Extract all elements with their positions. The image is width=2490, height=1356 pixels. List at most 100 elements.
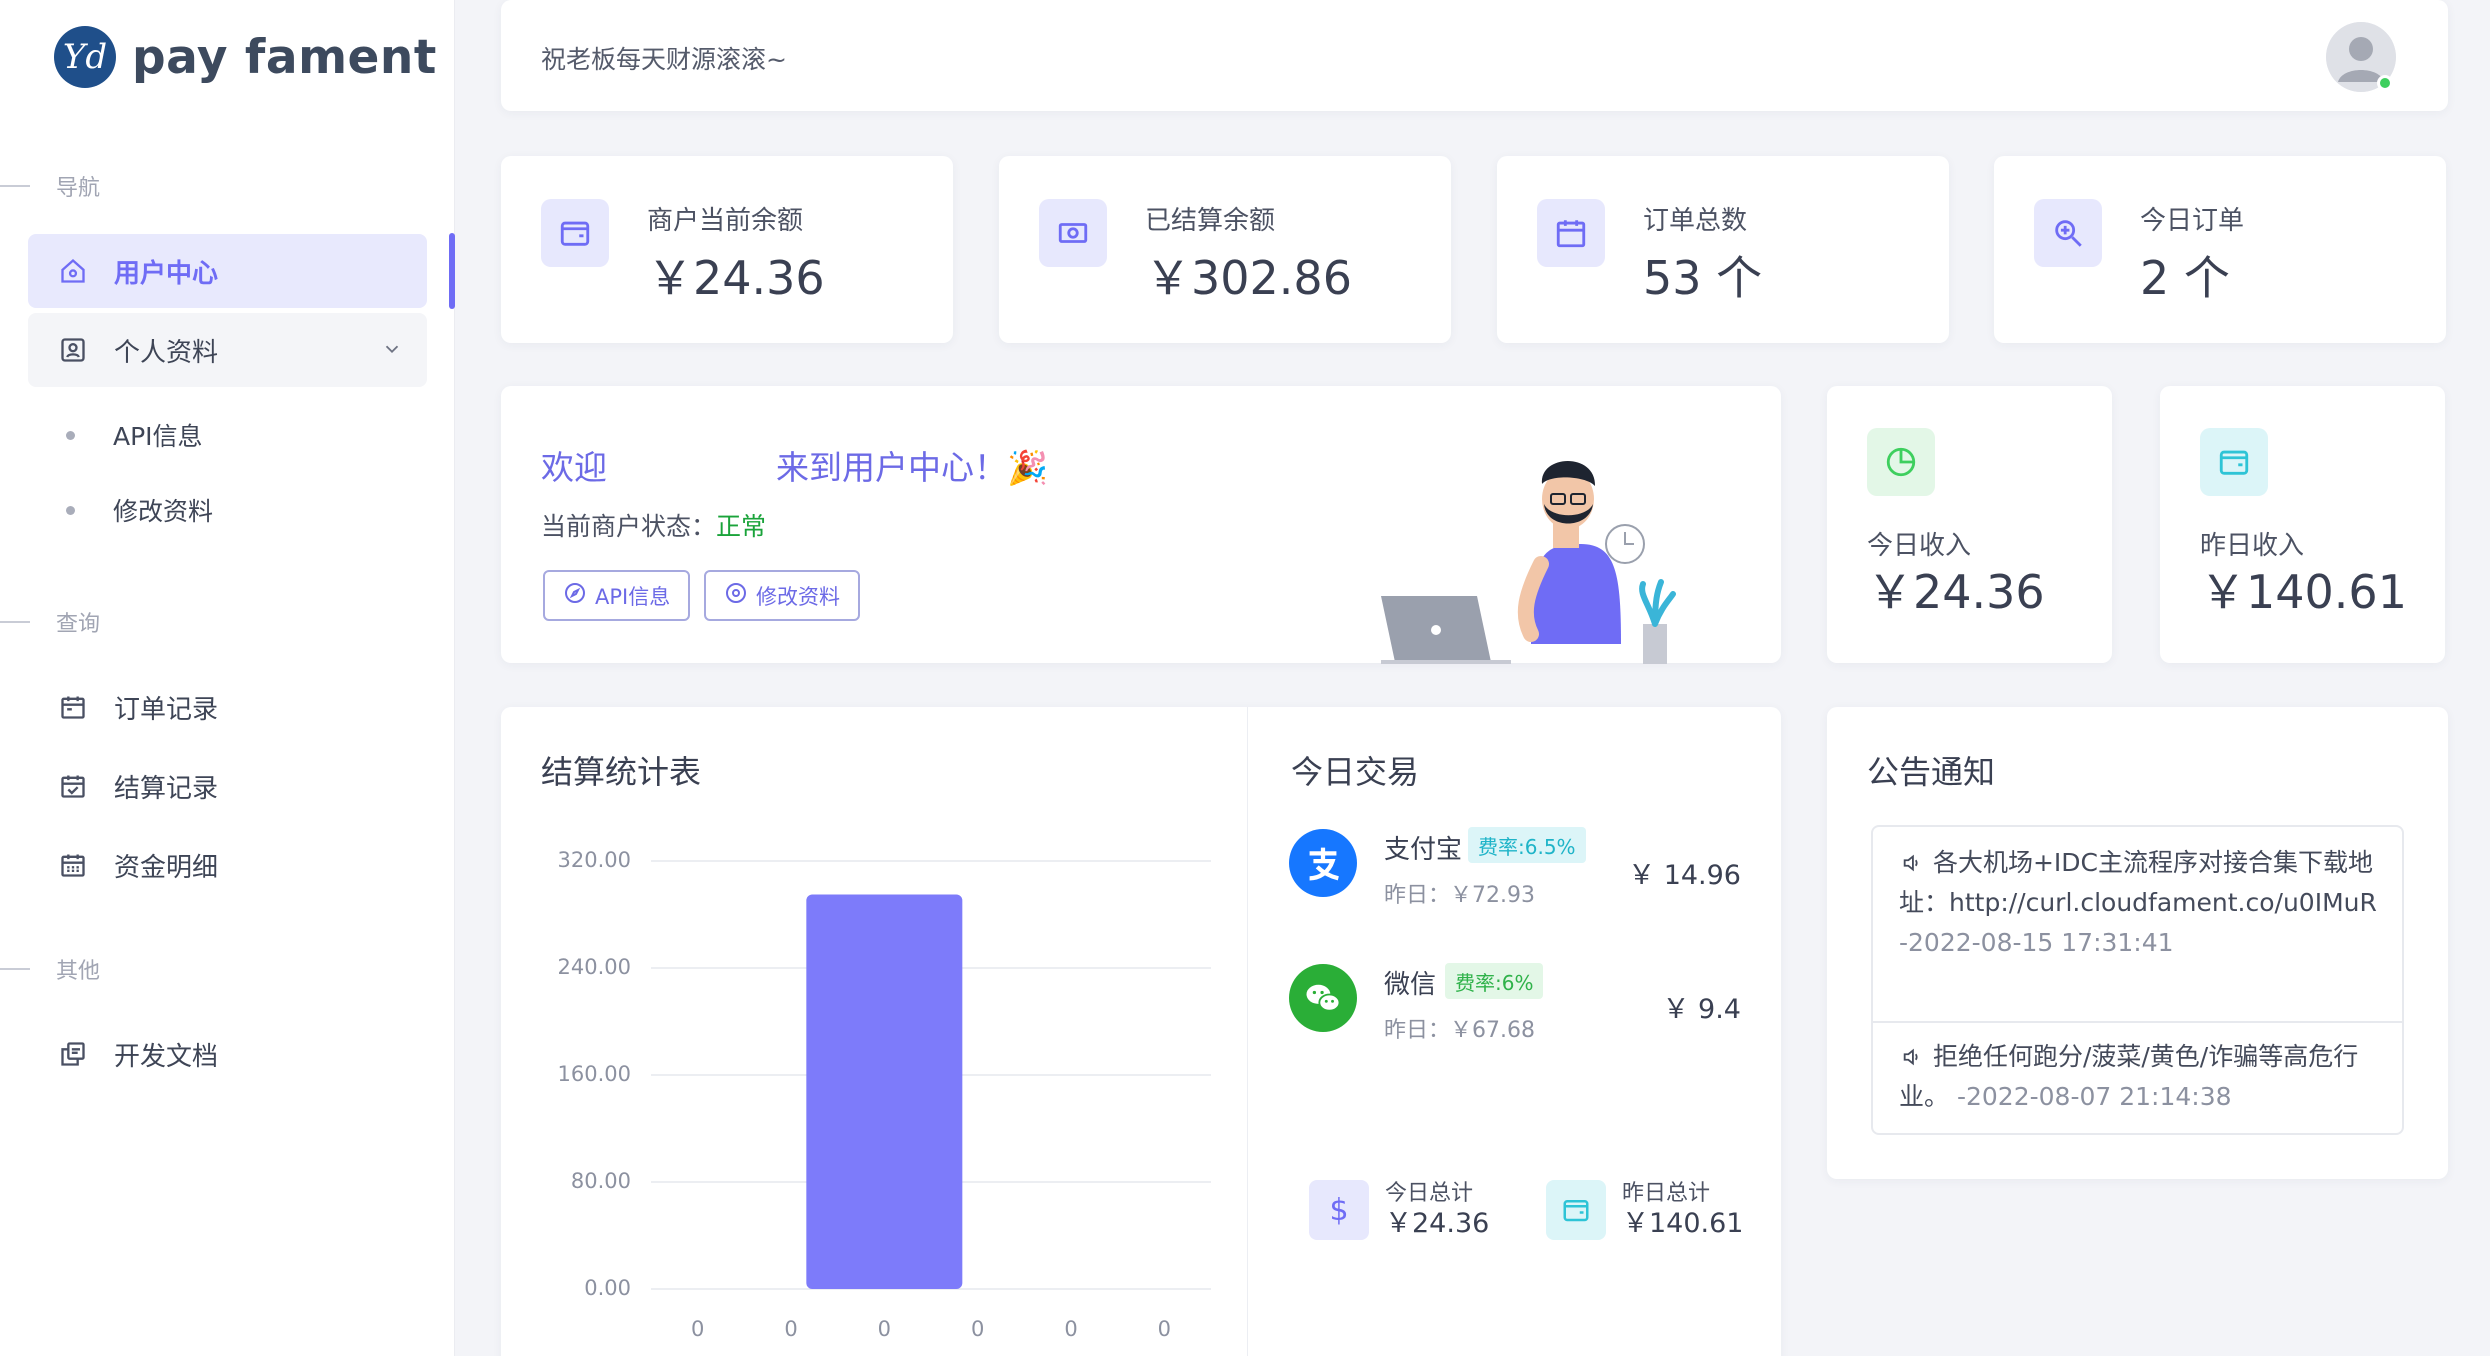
notice-time: -2022-08-15 17:31:41: [1899, 928, 2174, 957]
wechat-name: 微信: [1384, 970, 1437, 1000]
settings-icon: [724, 581, 748, 610]
alipay-amount: ￥ 14.96: [1628, 860, 1741, 891]
alipay-yesterday: 昨日：￥72.93: [1384, 883, 1535, 908]
sidebar-item-label: 用户中心: [114, 258, 219, 289]
settlement-trade-card: 结算统计表 320.00 240.00 160.00 80.00 0.00 0 0 0 0 0 0 …: [501, 707, 1781, 1356]
api-info-button[interactable]: API信息: [543, 570, 691, 621]
stat-card-balance: 商户当前余额 ￥24.36: [501, 156, 953, 343]
greeting-text: 祝老板每天财源滚滚~: [541, 45, 787, 74]
sidebar-item-label: 个人资料: [114, 337, 219, 368]
welcome-title-left: 欢迎: [541, 448, 607, 487]
stat-card-orders-total: 订单总数 53 个: [1497, 156, 1949, 343]
logo[interactable]: Yd pay fament: [54, 26, 437, 88]
button-label: 修改资料: [756, 584, 840, 609]
active-indicator: [449, 233, 455, 309]
chart-bar[interactable]: [806, 894, 963, 1289]
notice-card: 公告通知 各大机场+IDC主流程序对接合集下载地址：http://curl.cl…: [1827, 707, 2448, 1179]
notice-list: 各大机场+IDC主流程序对接合集下载地址：http://curl.cloudfa…: [1871, 825, 2404, 1135]
dollar-icon: $: [1309, 1180, 1369, 1240]
sidebar-subitem-api-info[interactable]: API信息: [66, 417, 203, 453]
stat-card-orders-today: 今日订单 2 个: [1994, 156, 2446, 343]
notice-item[interactable]: 各大机场+IDC主流程序对接合集下载地址：http://curl.cloudfa…: [1899, 843, 2382, 963]
settlement-bar-chart: [651, 860, 1211, 1290]
stat-label: 商户当前余额: [647, 206, 804, 236]
stat-value: ￥302.86: [1145, 251, 1352, 305]
stat-label: 今日订单: [2140, 206, 2245, 236]
x-tick-label: 0: [690, 1317, 705, 1341]
welcome-illustration: [1381, 461, 1676, 664]
edit-profile-button[interactable]: 修改资料: [704, 570, 860, 621]
alipay-icon: [1289, 829, 1357, 897]
section-label-other: 其他: [0, 953, 100, 985]
today-total-label: 今日总计: [1385, 1181, 1474, 1206]
sidebar-item-dev-docs[interactable]: 开发文档: [28, 1017, 427, 1091]
stat-card-settled: 已结算余额 ￥302.86: [999, 156, 1451, 343]
stat-value: 2 个: [2140, 251, 2230, 305]
x-tick-label: 0: [1157, 1317, 1172, 1341]
compass-icon: [563, 581, 587, 610]
button-label: API信息: [595, 584, 671, 609]
sidebar: Yd pay fament 导航 用户中心 个人资料 API信息 修改资料 查询…: [0, 0, 455, 1356]
wechat-amount: ￥ 9.4: [1662, 994, 1741, 1025]
section-label-query: 查询: [0, 606, 100, 638]
sidebar-item-settle-records[interactable]: 结算记录: [28, 749, 427, 823]
sidebar-item-label: 结算记录: [114, 773, 219, 804]
notice-text: 各大机场+IDC主流程序对接合集下载地址：http://curl.cloudfa…: [1899, 848, 2377, 917]
wechat-rate-badge: 费率:6%: [1445, 963, 1544, 999]
stat-label: 订单总数: [1643, 206, 1748, 236]
welcome-title-right: 来到用户中心！🎉: [776, 448, 1049, 487]
x-tick-label: 0: [877, 1317, 892, 1341]
speaker-icon: [1899, 1042, 1925, 1071]
id-card-icon: [58, 335, 88, 365]
sidebar-item-label: 订单记录: [114, 694, 219, 725]
merchant-status: 当前商户状态：正常: [541, 507, 766, 543]
welcome-card: 欢迎 来到用户中心！🎉 当前商户状态：正常 API信息 修改资料: [501, 386, 1781, 664]
sidebar-item-label: 资金明细: [114, 852, 219, 883]
wechat-yesterday: 昨日：￥67.68: [1384, 1018, 1535, 1043]
wallet-icon: [2200, 428, 2268, 496]
status-value: 正常: [716, 512, 767, 541]
stat-value: 53 个: [1643, 251, 1763, 305]
x-tick-label: 0: [1064, 1317, 1078, 1341]
header-bar: 祝老板每天财源滚滚~: [501, 0, 2448, 111]
today-income-card: 今日收入 ￥24.36: [1827, 386, 2112, 663]
stat-label: 已结算余额: [1145, 206, 1276, 236]
yesterday-income-card: 昨日收入 ￥140.61: [2160, 386, 2445, 663]
speaker-icon: [1899, 848, 1925, 877]
notice-item[interactable]: 拒绝任何跑分/菠菜/黄色/诈骗等高危行业。 -2022-08-07 21:14:…: [1899, 1037, 2382, 1117]
logo-mark: Yd: [54, 26, 116, 88]
pie-chart-icon: [1867, 428, 1935, 496]
calendar-icon: [58, 692, 88, 722]
sidebar-item-order-records[interactable]: 订单记录: [28, 670, 427, 744]
sidebar-subitem-edit-profile[interactable]: 修改资料: [66, 492, 213, 528]
calendar-grid-icon: [58, 850, 88, 880]
yesterday-total-label: 昨日总计: [1622, 1181, 1711, 1206]
yesterday-total: 昨日总计 ￥140.61: [1546, 1180, 1743, 1240]
y-tick-label: 0.00: [584, 1276, 631, 1300]
alipay-name: 支付宝: [1384, 835, 1463, 865]
yesterday-total-value: ￥140.61: [1622, 1208, 1744, 1239]
sidebar-item-user-center[interactable]: 用户中心: [28, 234, 427, 308]
today-total: $ 今日总计 ￥24.36: [1309, 1180, 1489, 1240]
zoom-in-icon: [2034, 199, 2102, 267]
x-tick-label: 0: [970, 1317, 985, 1341]
home-icon: [58, 256, 88, 286]
x-tick-label: 0: [784, 1317, 798, 1341]
calendar-icon: [1537, 199, 1605, 267]
online-status-dot: [2377, 75, 2393, 91]
y-tick-label: 80.00: [570, 1169, 631, 1193]
section-label-nav: 导航: [0, 170, 100, 202]
sidebar-item-profile[interactable]: 个人资料: [28, 313, 427, 387]
docs-icon: [58, 1039, 88, 1069]
y-tick-label: 320.00: [557, 848, 631, 872]
income-value: ￥24.36: [1867, 565, 2045, 619]
sidebar-item-fund-details[interactable]: 资金明细: [28, 828, 427, 902]
sidebar-item-label: 开发文档: [114, 1041, 219, 1072]
wechat-icon: [1289, 964, 1357, 1032]
chevron-down-icon: [381, 337, 403, 367]
status-label: 当前商户状态：: [541, 512, 717, 541]
brand-name: pay fament: [132, 29, 437, 85]
calendar-check-icon: [58, 771, 88, 801]
today-total-value: ￥24.36: [1385, 1208, 1490, 1239]
wallet-icon: [1546, 1180, 1606, 1240]
